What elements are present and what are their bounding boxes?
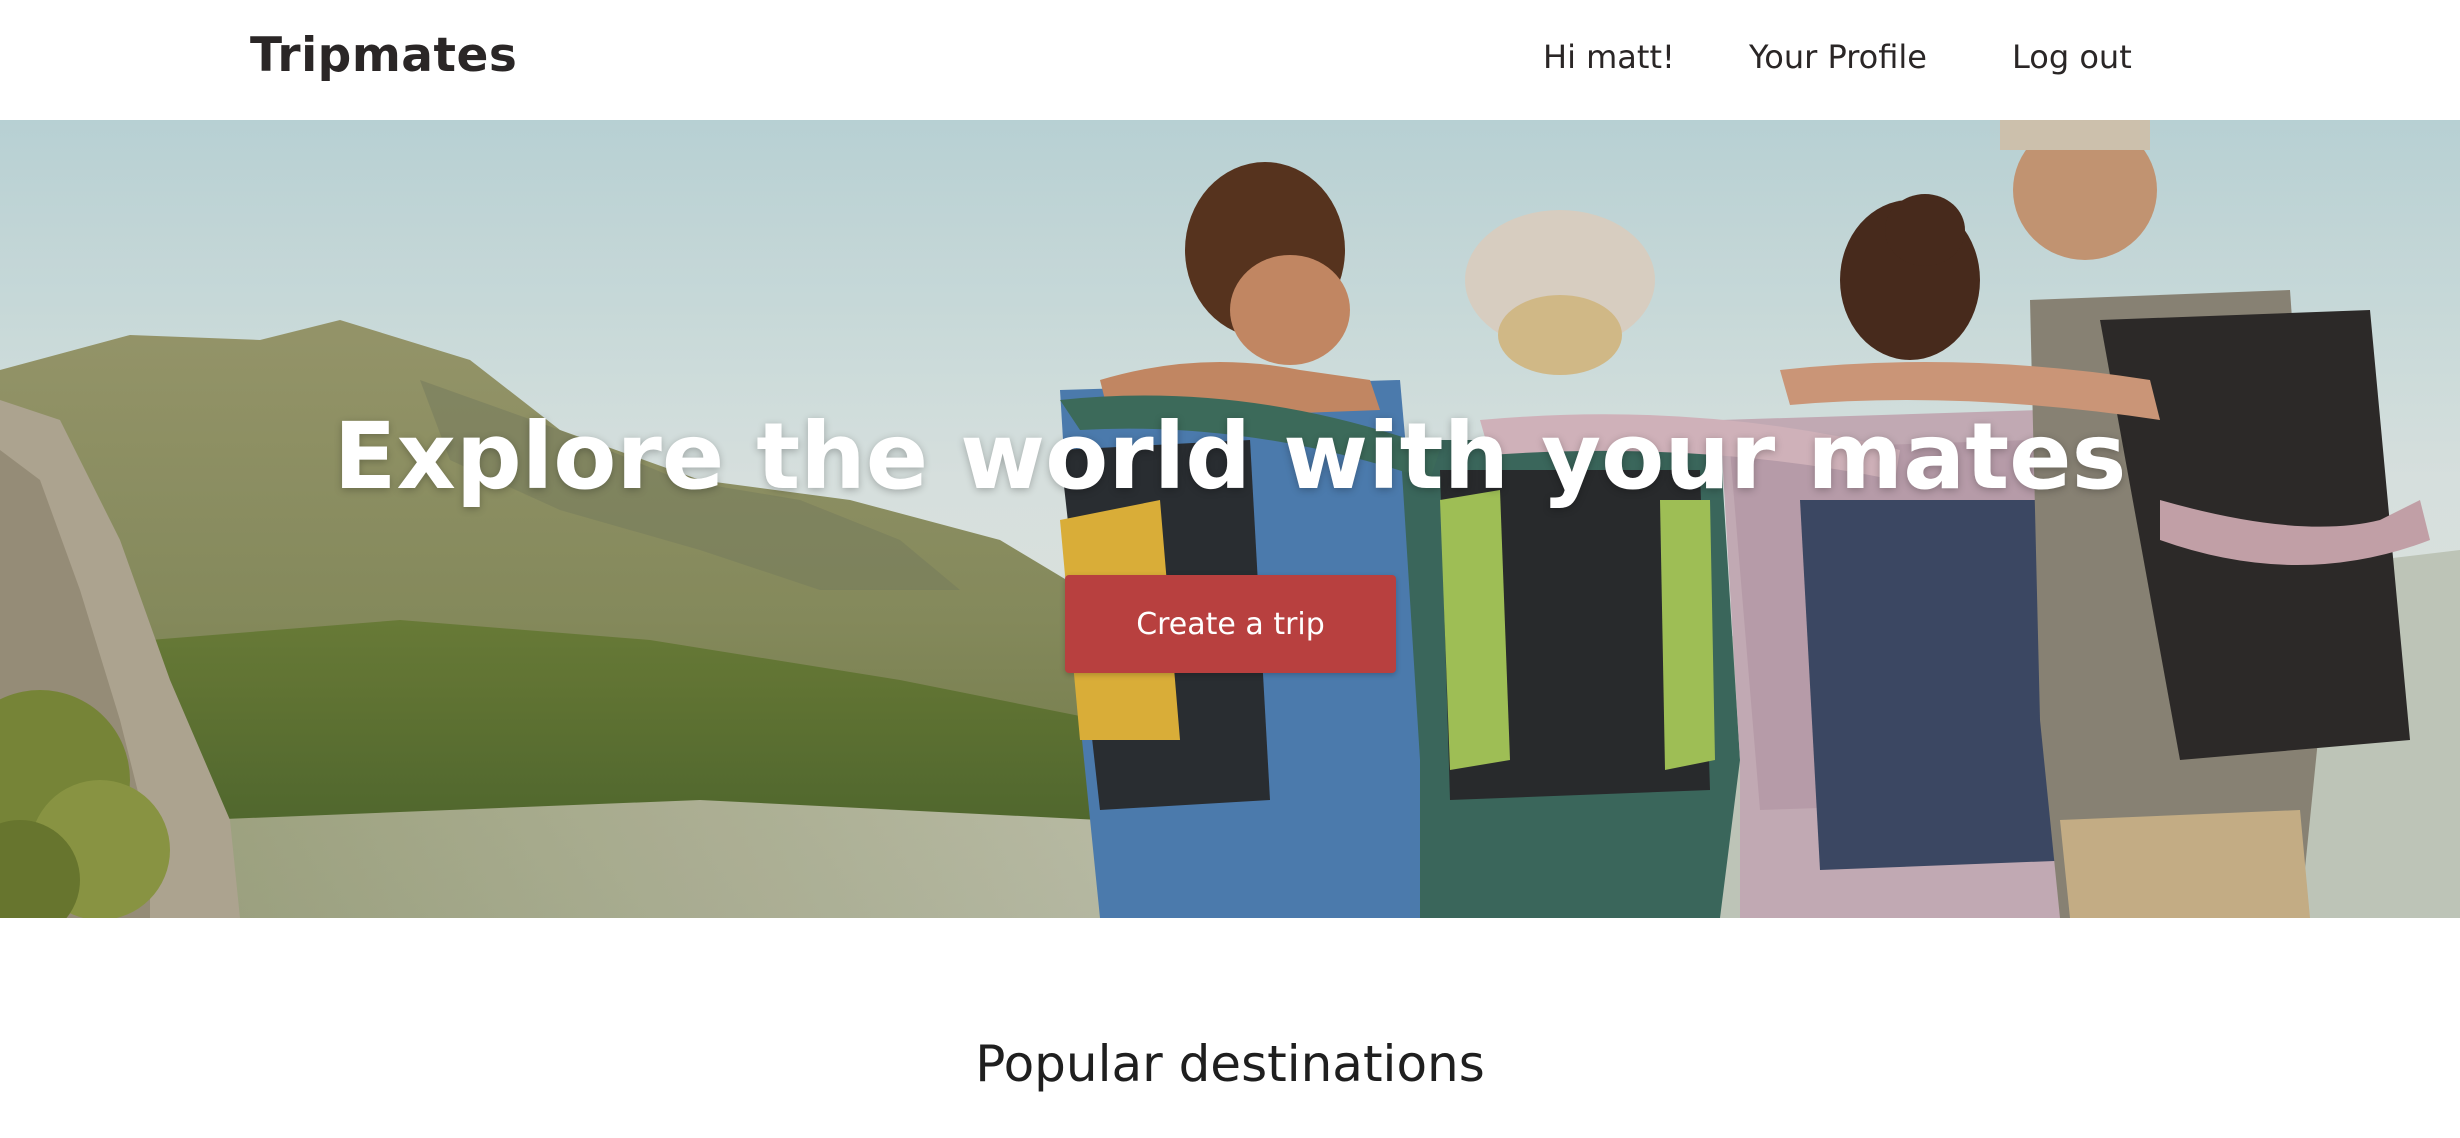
nav-your-profile-link[interactable]: Your Profile xyxy=(1749,38,1927,76)
top-navbar: Tripmates Hi matt! Your Profile Log out xyxy=(0,0,2460,120)
nav-greeting[interactable]: Hi matt! xyxy=(1543,38,1675,76)
popular-destinations-heading: Popular destinations xyxy=(975,1035,1485,1093)
nav-logout-link[interactable]: Log out xyxy=(2012,38,2132,76)
hero-background-image xyxy=(0,120,2460,918)
hero-banner: Explore the world with your mates Create… xyxy=(0,120,2460,918)
brand-logo[interactable]: Tripmates xyxy=(250,28,517,83)
hero-headline: Explore the world with your mates xyxy=(333,403,2127,510)
create-trip-button[interactable]: Create a trip xyxy=(1065,575,1396,673)
